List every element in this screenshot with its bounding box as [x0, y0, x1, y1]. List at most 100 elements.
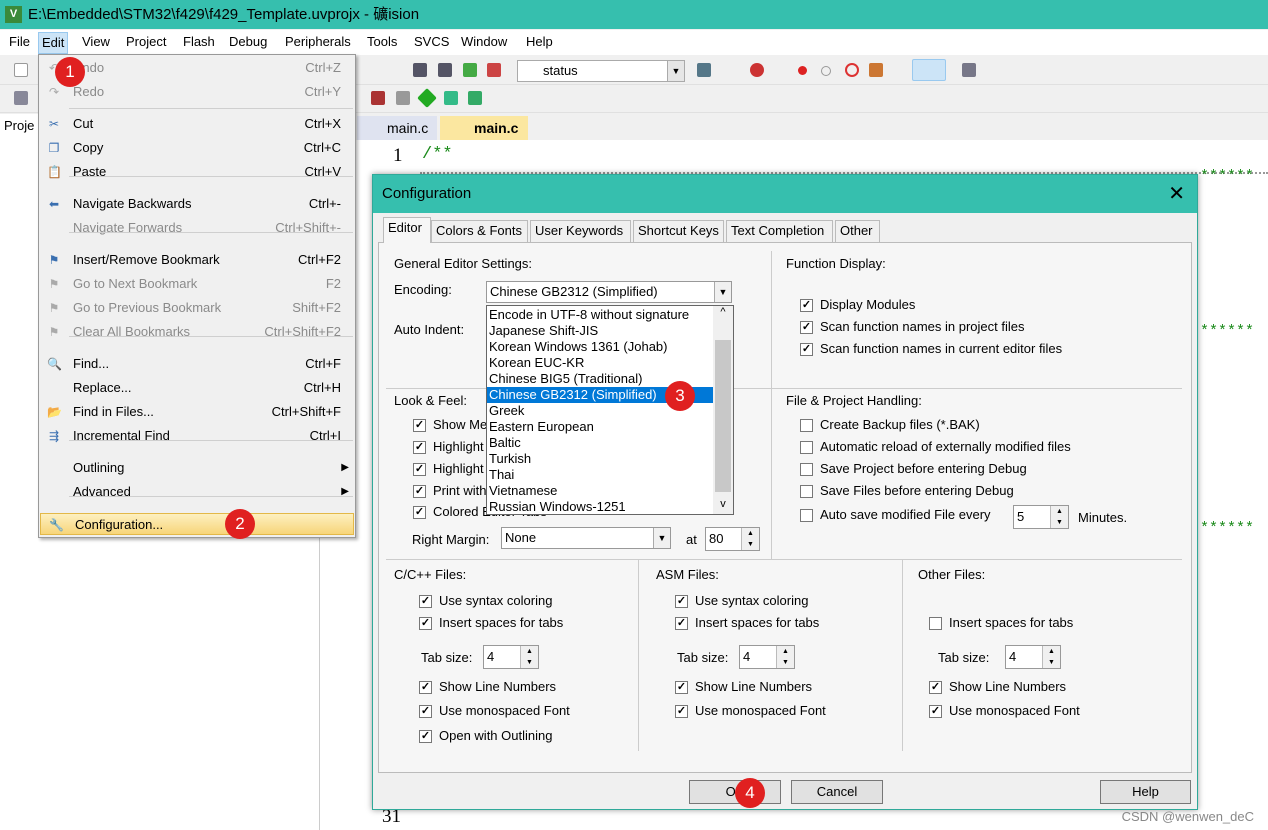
- look-feel-checkbox[interactable]: ✓: [413, 441, 426, 454]
- scroll-down-icon[interactable]: v: [713, 498, 733, 514]
- wrench-icon[interactable]: [962, 63, 976, 77]
- other-spaces-checkbox[interactable]: [929, 617, 942, 630]
- spinner-arrows-icon[interactable]: ▲ ▼: [1050, 506, 1068, 528]
- select-pack-icon[interactable]: [396, 91, 410, 105]
- chevron-down-icon[interactable]: ▼: [667, 61, 684, 81]
- menu-item-navigate-backwards[interactable]: ⬅ Navigate Backwards Ctrl+-: [39, 193, 355, 215]
- encoding-option[interactable]: Eastern European: [487, 419, 713, 435]
- window-layout-icon[interactable]: [912, 59, 946, 81]
- scrollbar-thumb[interactable]: [715, 340, 731, 492]
- cpp-outlining-checkbox[interactable]: ✓: [419, 730, 432, 743]
- tab-shortcut-keys[interactable]: Shortcut Keys: [633, 220, 724, 242]
- function-display-checkbox[interactable]: ✓: [800, 299, 813, 312]
- find-in-files-icon[interactable]: [697, 63, 711, 77]
- menu-debug[interactable]: Debug: [229, 34, 267, 49]
- file-project-checkbox[interactable]: [800, 441, 813, 454]
- encoding-option[interactable]: Korean EUC-KR: [487, 355, 713, 371]
- editor-tab-main-c[interactable]: main.c: [357, 116, 437, 140]
- menu-item-insert-remove-bookmark[interactable]: ⚑ Insert/Remove Bookmark Ctrl+F2: [39, 249, 355, 271]
- tab-size-spinner[interactable]: 4 ▲ ▼: [483, 645, 539, 669]
- asm-line-numbers-checkbox[interactable]: ✓: [675, 681, 688, 694]
- tab-other[interactable]: Other: [835, 220, 880, 242]
- download-icon[interactable]: [14, 91, 28, 105]
- encoding-option[interactable]: Korean Windows 1361 (Johab): [487, 339, 713, 355]
- look-feel-checkbox[interactable]: ✓: [413, 463, 426, 476]
- cancel-button[interactable]: Cancel: [791, 780, 883, 804]
- spinner-arrows-icon[interactable]: ▲ ▼: [776, 646, 794, 668]
- spinner-arrows-icon[interactable]: ▲ ▼: [741, 528, 759, 550]
- menu-item-undo[interactable]: ↶ Undo Ctrl+Z: [39, 57, 355, 79]
- menu-item-cut[interactable]: ✂ Cut Ctrl+X: [39, 113, 355, 135]
- scrollbar[interactable]: ^ v: [713, 306, 733, 514]
- manage-components-icon[interactable]: [371, 91, 385, 105]
- cpp-mono-checkbox[interactable]: ✓: [419, 705, 432, 718]
- menu-item-find-in-files[interactable]: 📂 Find in Files... Ctrl+Shift+F: [39, 401, 355, 423]
- encoding-option[interactable]: Russian Windows-1251: [487, 499, 713, 515]
- debug-session-icon[interactable]: [750, 63, 764, 77]
- tab-user-keywords[interactable]: User Keywords: [530, 220, 631, 242]
- cpp-line-numbers-checkbox[interactable]: ✓: [419, 681, 432, 694]
- file-project-checkbox[interactable]: [800, 509, 813, 522]
- menu-item-incremental-find[interactable]: ⇶ Incremental Find Ctrl+I: [39, 425, 355, 447]
- menu-item-replace[interactable]: Replace... Ctrl+H: [39, 377, 355, 399]
- asm-spaces-checkbox[interactable]: ✓: [675, 617, 688, 630]
- indent-icon[interactable]: [413, 63, 427, 77]
- menu-project[interactable]: Project: [126, 34, 166, 49]
- close-icon[interactable]: ✕: [1168, 175, 1185, 213]
- right-margin-select[interactable]: None ▼: [501, 527, 671, 549]
- encoding-option[interactable]: Thai: [487, 467, 713, 483]
- tab-colors-fonts[interactable]: Colors & Fonts: [431, 220, 528, 242]
- menu-item-outlining[interactable]: Outlining ▶: [39, 457, 355, 479]
- autosave-spinner[interactable]: 5 ▲ ▼: [1013, 505, 1069, 529]
- menu-item-go-to-previous-bookmark[interactable]: ⚑ Go to Previous Bookmark Shift+F2: [39, 297, 355, 319]
- cpp-syntax-checkbox[interactable]: ✓: [419, 595, 432, 608]
- chevron-down-icon[interactable]: ▼: [714, 282, 731, 302]
- new-file-icon[interactable]: [14, 63, 28, 77]
- file-project-checkbox[interactable]: [800, 463, 813, 476]
- function-display-checkbox[interactable]: ✓: [800, 343, 813, 356]
- kill-breakpoints-icon[interactable]: [845, 63, 859, 77]
- menu-file[interactable]: File: [9, 34, 30, 49]
- encoding-option[interactable]: Encode in UTF-8 without signature: [487, 307, 713, 323]
- menu-peripherals[interactable]: Peripherals: [285, 34, 351, 49]
- tab-size-spinner[interactable]: 4 ▲ ▼: [1005, 645, 1061, 669]
- menu-item-advanced[interactable]: Advanced ▶: [39, 481, 355, 503]
- tab-text-completion[interactable]: Text Completion: [726, 220, 833, 242]
- menu-item-redo[interactable]: ↷ Redo Ctrl+Y: [39, 81, 355, 103]
- find-combo[interactable]: status ▼: [517, 60, 685, 82]
- encoding-dropdown-list[interactable]: ^ v Encode in UTF-8 without signature Jap…: [486, 305, 734, 515]
- cpp-spaces-checkbox[interactable]: ✓: [419, 617, 432, 630]
- editor-tab-main-c-active[interactable]: main.c: [440, 116, 528, 140]
- uncomment-icon[interactable]: [487, 63, 501, 77]
- menu-item-copy[interactable]: ❐ Copy Ctrl+C: [39, 137, 355, 159]
- function-display-checkbox[interactable]: ✓: [800, 321, 813, 334]
- menu-item-find[interactable]: 🔍 Find... Ctrl+F: [39, 353, 355, 375]
- comment-icon[interactable]: [463, 63, 477, 77]
- scroll-up-icon[interactable]: ^: [713, 306, 733, 322]
- encoding-option[interactable]: Vietnamese: [487, 483, 713, 499]
- file-project-checkbox[interactable]: [800, 485, 813, 498]
- right-margin-spinner[interactable]: 80 ▲ ▼: [705, 527, 760, 551]
- tab-size-spinner[interactable]: 4 ▲ ▼: [739, 645, 795, 669]
- encoding-option[interactable]: Turkish: [487, 451, 713, 467]
- chevron-down-icon[interactable]: ▼: [653, 528, 670, 548]
- asm-mono-checkbox[interactable]: ✓: [675, 705, 688, 718]
- spinner-arrows-icon[interactable]: ▲ ▼: [520, 646, 538, 668]
- configure-icon[interactable]: [869, 63, 883, 77]
- rte-icon[interactable]: [444, 91, 458, 105]
- encoding-select[interactable]: Chinese GB2312 (Simplified) ▼: [486, 281, 732, 303]
- look-feel-checkbox[interactable]: ✓: [413, 485, 426, 498]
- menu-flash[interactable]: Flash: [183, 34, 215, 49]
- look-feel-checkbox[interactable]: ✓: [413, 419, 426, 432]
- menu-item-configuration[interactable]: 🔧 Configuration...: [40, 513, 354, 535]
- pack-installer-icon[interactable]: [417, 88, 437, 108]
- spinner-arrows-icon[interactable]: ▲ ▼: [1042, 646, 1060, 668]
- menu-item-paste[interactable]: 📋 Paste Ctrl+V: [39, 161, 355, 183]
- encoding-option[interactable]: Japanese Shift-JIS: [487, 323, 713, 339]
- menu-item-go-to-next-bookmark[interactable]: ⚑ Go to Next Bookmark F2: [39, 273, 355, 295]
- other-line-numbers-checkbox[interactable]: ✓: [929, 681, 942, 694]
- menu-edit[interactable]: Edit: [38, 32, 69, 54]
- look-feel-checkbox[interactable]: ✓: [413, 506, 426, 519]
- menu-item-clear-all-bookmarks[interactable]: ⚑ Clear All Bookmarks Ctrl+Shift+F2: [39, 321, 355, 343]
- tab-editor[interactable]: Editor: [383, 217, 431, 243]
